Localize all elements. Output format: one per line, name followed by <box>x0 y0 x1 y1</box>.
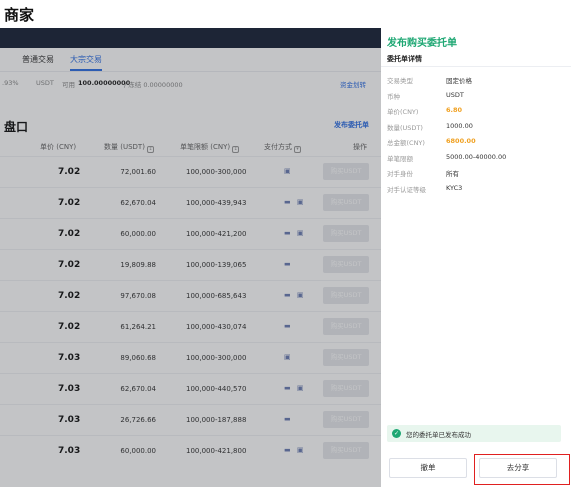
detail-label: 对手认证等级 <box>387 185 426 194</box>
detail-label: 交易类型 <box>387 77 413 85</box>
divider <box>381 66 571 67</box>
panel-title: 发布购买委托单 <box>387 38 457 49</box>
detail-value: 6.80 <box>446 106 463 114</box>
detail-label: 单价(CNY) <box>387 108 419 116</box>
share-button-highlight <box>474 454 570 485</box>
detail-value: 1000.00 <box>446 121 473 130</box>
toast-text: 您的委托单已发布成功 <box>406 431 471 439</box>
detail-value: 6800.00 <box>446 137 476 145</box>
detail-label: 币种 <box>387 92 400 101</box>
detail-label: 总金额(CNY) <box>387 139 425 147</box>
detail-label: 单笔限额 <box>387 154 413 163</box>
detail-value: KYC3 <box>446 183 463 192</box>
detail-value: 所有 <box>446 170 459 178</box>
detail-label: 对手身份 <box>387 170 413 178</box>
publish-order-panel: 发布购买委托单 委托单详情 交易类型 固定价格币种 USDT 单价(CNY) 6.80 数… <box>381 28 571 487</box>
check-circle-icon: ✓ <box>392 429 401 438</box>
detail-label: 数量(USDT) <box>387 123 423 132</box>
panel-subtitle: 委托单详情 <box>387 55 422 63</box>
modal-overlay[interactable] <box>0 28 381 487</box>
detail-value: 5000.00-40000.00 <box>446 152 507 161</box>
detail-value: 固定价格 <box>446 77 472 85</box>
revoke-button[interactable]: 撤单 <box>389 458 467 478</box>
detail-value: USDT <box>446 90 464 99</box>
page-title: 商家 <box>4 6 35 24</box>
success-toast: ✓ 您的委托单已发布成功 <box>387 425 561 442</box>
